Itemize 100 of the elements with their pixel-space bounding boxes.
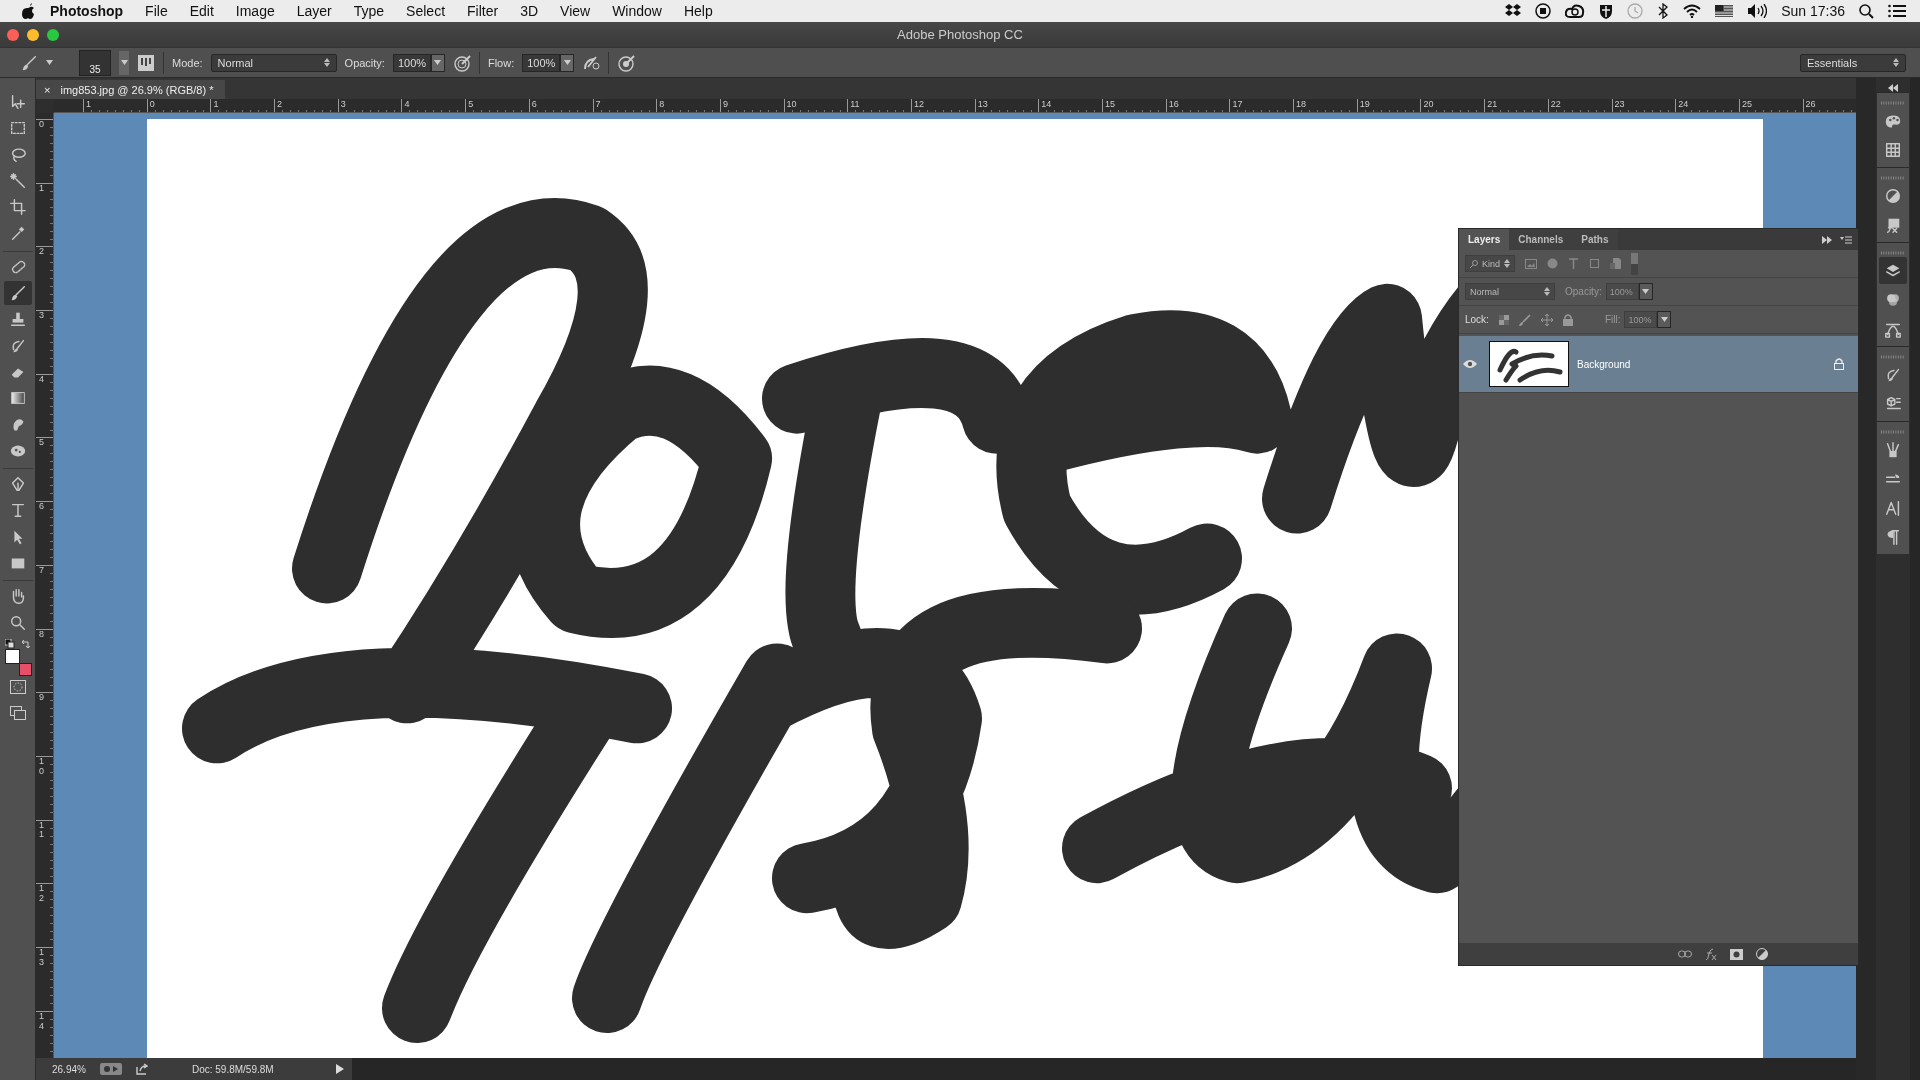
flag-icon [1715,5,1734,17]
character-icon [1884,498,1902,517]
updown-caret-icon [1544,287,1550,296]
menu-item[interactable]: Filter [467,3,499,19]
fill-label: Fill: [1604,314,1621,325]
apple-logo-icon [20,3,34,19]
mode-dropdown[interactable]: Normal [210,53,337,72]
flow-field[interactable]: 100% [522,53,561,72]
grip-icon [1881,176,1905,180]
menu-item[interactable]: File [145,3,168,19]
lock-brush-icon [1518,313,1531,326]
dropdown-caret-icon [563,60,571,65]
ruler-label: 2 [38,247,45,258]
foreground-color-swatch[interactable] [4,648,20,664]
ruler-label: 21 [1486,99,1498,109]
layer-row[interactable]: Background [1459,336,1858,393]
background-color-swatch[interactable] [18,662,32,676]
filter-kind-dropdown[interactable]: Kind [1465,255,1515,272]
stop-record-icon [1535,3,1552,19]
blend-mode-dropdown[interactable]: Normal [1465,283,1555,300]
opacity-label: Opacity: [1565,286,1602,297]
brush-size-picker[interactable]: 35 [79,49,111,76]
collapse-arrows-icon [1888,84,1898,92]
dropbox-icon [1505,4,1522,18]
ruler-label: 4 [403,99,410,109]
layers-panel-button[interactable] [1879,257,1907,284]
pressure-opacity-icon [452,53,471,72]
brush-cup-icon [1884,440,1902,459]
ruler-label: 5 [38,438,45,449]
updown-caret-icon [1893,58,1899,67]
menu-item[interactable]: Layer [296,3,332,19]
menu-item[interactable]: View [560,3,591,19]
updown-caret-icon [323,58,330,67]
flow-dropdown[interactable] [560,53,575,72]
ruler-label: 7 [594,99,601,109]
play-arrow-icon [336,1064,344,1074]
document-tab[interactable]: × img853.jpg @ 26.9% (RGB/8) * [36,80,226,99]
menu-item[interactable]: Window [612,3,662,19]
menu-item[interactable]: Type [353,3,385,19]
ruler-label: 24 [1677,99,1689,109]
panel-tab[interactable]: Channels [1509,229,1573,250]
workspace-dropdown[interactable]: Essentials [1800,53,1906,72]
flow-label: Flow: [487,56,515,69]
ruler-label: 11 [849,99,860,109]
brush-panel-toggle-icon [137,53,155,72]
ruler-label: 3 [339,99,346,109]
list-icon [1888,4,1906,18]
close-window-button[interactable] [7,28,19,41]
ruler-label: 10 [38,756,45,777]
smart-object-filter-icon [1610,258,1621,269]
ruler-label: 13 [976,99,988,109]
ruler-label: 11 [38,820,45,841]
opacity-field[interactable]: 100% [392,53,431,72]
stamp-icon [8,310,27,329]
ruler-label: 4 [38,374,45,385]
grip-icon [1881,430,1905,434]
ruler-label: 6 [38,502,45,512]
pressure-size-icon [617,53,636,72]
tab-close-button[interactable]: × [44,83,51,96]
menu-item[interactable]: Help [683,3,713,19]
brush-tool-button[interactable] [3,281,32,306]
crop-icon [8,198,27,217]
shield-icon [1599,3,1614,19]
ruler-label: 9 [721,99,728,109]
magic-wand-icon [8,171,27,190]
menu-item[interactable]: 3D [520,3,539,19]
half-circle-icon [1884,186,1902,205]
layer-name: Background [1577,358,1632,370]
eye-icon[interactable] [1463,359,1477,369]
ruler-label: 13 [38,947,45,968]
dropdown-caret-icon [46,60,53,65]
document-tab-title: img853.jpg @ 26.9% (RGB/8) * [60,83,214,96]
ruler-label: 22 [1549,99,1561,109]
lock-move-icon [1540,313,1553,326]
zoom-window-button[interactable] [47,28,59,41]
brush-picker-dropdown[interactable] [119,50,129,75]
zoom-level: 26.94% [52,1063,86,1075]
ruler-label: 5 [467,99,474,109]
menu-item[interactable]: Edit [189,3,214,19]
ruler-label: 16 [1167,99,1179,109]
ruler-label: 23 [1613,99,1625,109]
ruler-label: 26 [1804,99,1816,109]
minimize-window-button[interactable] [27,28,39,41]
opacity-label: Opacity: [344,56,385,69]
ruler-label: 3 [38,311,45,321]
swap-colors-icon [20,638,31,649]
app-menu[interactable]: Photoshop [50,3,124,19]
clock-time: Sun 17:36 [1781,3,1845,19]
menu-item[interactable]: Select [406,3,446,19]
filter-toggle-icon [1631,252,1638,275]
menu-item[interactable]: Image [235,3,275,19]
wifi-icon [1683,4,1702,18]
document-size: Doc: 59.8M/59.8M [191,1063,274,1075]
ruler-label: 8 [38,629,45,640]
panel-tab[interactable]: Layers [1459,229,1510,250]
ruler-label: 25 [1740,99,1752,109]
panel-tab[interactable]: Paths [1572,229,1618,250]
window-title: Adobe Photoshop CC [897,27,1023,42]
lock-all-icon [1562,313,1573,326]
panel-menu-icon [1840,235,1852,244]
